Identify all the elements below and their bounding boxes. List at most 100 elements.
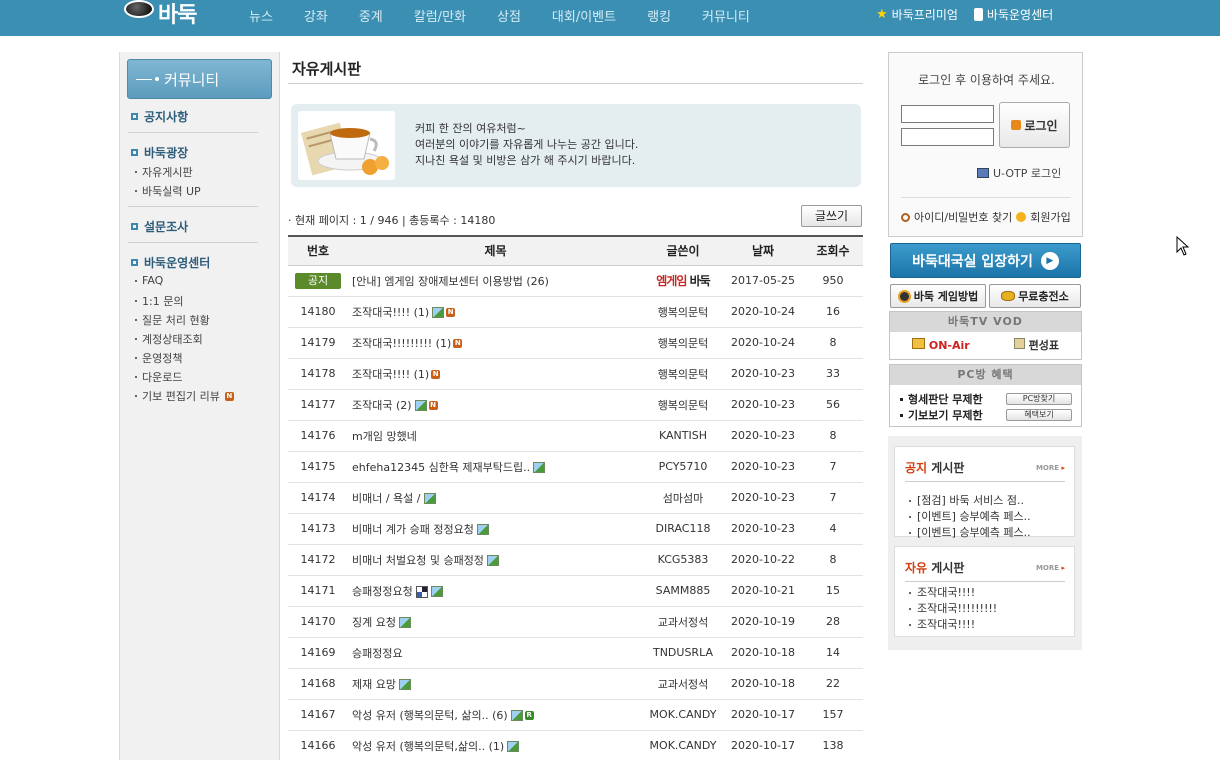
table-row[interactable]: 14168 제재 요망 교과서정석 2020-10-18 22 [288, 668, 863, 700]
mini-board-item[interactable]: 조작대국!!!!!!!!! [909, 600, 997, 616]
table-row[interactable]: 14179 조작대국!!!!!!!!! (1) N 행복의문턱 2020-10-24 8 [288, 327, 863, 359]
post-author[interactable]: 섬마섬마 [643, 482, 723, 514]
post-author[interactable]: 행복의문턱 [643, 327, 723, 359]
mini-board-item[interactable]: 조작대국!!!! [909, 584, 975, 600]
intro-line: 커피 한 잔의 여유처럼~ [415, 122, 526, 135]
nav-item-news[interactable]: 뉴스 [249, 6, 273, 25]
premium-link[interactable]: ★ 바둑프리미엄 [876, 6, 958, 23]
mini-board-item[interactable]: [점검] 바둑 서비스 점.. [909, 492, 1024, 508]
table-row[interactable]: 14167 악성 유저 (행복의문턱, 삶의.. (6) R MOK.CANDY 202… [288, 699, 863, 731]
post-author[interactable]: MOK.CANDY [643, 730, 723, 760]
nav-item-shop[interactable]: 상점 [497, 6, 521, 25]
nav-item-events[interactable]: 대회/이벤트 [552, 6, 616, 25]
table-row[interactable]: 14178 조작대국!!!! (1) N 행복의문턱 2020-10-23 33 [288, 358, 863, 390]
post-author[interactable]: 행복의문턱 [643, 296, 723, 328]
table-row[interactable]: 14170 징계 요청 교과서정석 2020-10-19 28 [288, 606, 863, 638]
user-id-input[interactable] [901, 105, 994, 123]
mini-board-item[interactable]: 조작대국!!!! [909, 616, 975, 632]
nav-item-broadcast[interactable]: 중계 [359, 6, 383, 25]
more-link[interactable]: MORE ▸ [1036, 564, 1065, 572]
table-row[interactable]: 14180 조작대국!!!! (1) N 행복의문턱 2020-10-24 16 [288, 296, 863, 328]
post-title-link[interactable]: m개임 망했네 [352, 430, 417, 443]
sidebar-item-account-status[interactable]: 계정상태조회 [135, 331, 203, 347]
sidebar-item-skill-up[interactable]: 바둑실력 UP [135, 183, 201, 199]
post-author[interactable]: SAMM885 [643, 575, 723, 607]
otp-login-link[interactable]: U-OTP 로그인 [977, 165, 1061, 181]
post-title-link[interactable]: 악성 유저 (행복의문턱,삶의.. (1) [352, 740, 504, 753]
login-button[interactable]: 로그인 [999, 102, 1070, 148]
view-benefits-button[interactable]: 혜택보기 [1006, 409, 1072, 421]
table-row[interactable]: 14177 조작대국 (2) N 행복의문턱 2020-10-23 56 [288, 389, 863, 421]
post-author[interactable]: 행복의문턱 [643, 358, 723, 390]
table-row[interactable]: 14169 승패정정요 TNDUSRLA 2020-10-18 14 [288, 637, 863, 669]
post-title-link[interactable]: 비매너 처벌요청 및 승패정정 [352, 554, 484, 567]
sidebar-section-survey[interactable]: 설문조사 [131, 218, 188, 235]
sidebar-item-faq[interactable]: FAQ [135, 274, 163, 287]
post-views: 7 [803, 451, 863, 483]
image-attachment-icon [398, 617, 411, 628]
post-title-link[interactable]: 조작대국!!!! (1) [352, 306, 429, 319]
notice-row[interactable]: 공지 [안내] 엠게임 장애제보센터 이용방법 (26) 엠게임 바둑 2017… [288, 265, 863, 297]
sidebar-item-editor-review[interactable]: 기보 편집기 리뷰 N [135, 388, 234, 404]
mini-board-title: 공지 게시판 [905, 459, 964, 476]
sidebar-item-free-board[interactable]: 자유게시판 [135, 164, 193, 180]
more-link[interactable]: MORE ▸ [1036, 464, 1065, 472]
post-title-link[interactable]: 비매너 / 욕설 / [352, 492, 421, 505]
post-title-link[interactable]: 징계 요청 [352, 616, 396, 629]
how-to-play-button[interactable]: 바둑 게임방법 [890, 284, 986, 308]
mini-board-item[interactable]: [이벤트] 승부예측 페스.. [909, 508, 1031, 524]
post-title-link[interactable]: [안내] 엠게임 장애제보센터 이용방법 (26) [348, 265, 643, 297]
sidebar-item-inquiry[interactable]: 1:1 문의 [135, 293, 183, 309]
post-author[interactable]: KCG5383 [643, 544, 723, 576]
enter-game-room-button[interactable]: 바둑대국실 입장하기 ▶ [890, 243, 1081, 278]
sidebar-item-policy[interactable]: 운영정책 [135, 350, 182, 366]
site-logo[interactable]: 바둑 [124, 0, 197, 30]
post-author[interactable]: 교과서정석 [643, 606, 723, 638]
write-button[interactable]: 글쓰기 [801, 205, 862, 227]
nav-item-community[interactable]: 커뮤니티 [702, 6, 750, 25]
post-author[interactable]: MOK.CANDY [643, 699, 723, 731]
post-title-link[interactable]: 제재 요망 [352, 678, 396, 691]
post-author[interactable]: 행복의문턱 [643, 389, 723, 421]
find-id-password-link[interactable]: 아이디/비밀번호 찾기 [914, 209, 1012, 225]
table-row[interactable]: 14173 비매너 계가 승패 정정요청 DIRAC118 2020-10-23 4 [288, 513, 863, 545]
find-pc-room-button[interactable]: PC방찾기 [1006, 393, 1072, 405]
sidebar-section-plaza[interactable]: 바둑광장 [131, 144, 188, 161]
sidebar-section-notice[interactable]: 공지사항 [131, 108, 188, 125]
schedule-link[interactable]: 편성표 [1013, 337, 1059, 353]
post-author[interactable]: KANTISH [643, 420, 723, 452]
post-author[interactable]: 교과서정석 [643, 668, 723, 700]
post-title-link[interactable]: 조작대국 (2) [352, 399, 412, 412]
post-author[interactable]: DIRAC118 [643, 513, 723, 545]
join-link[interactable]: 회원가입 [1030, 209, 1070, 225]
post-title-link[interactable]: 조작대국!!!! (1) [352, 368, 429, 381]
post-title-link[interactable]: ehfeha12345 심한욕 제재부탁드립.. [352, 461, 530, 474]
nav-item-column[interactable]: 칼럼/만화 [414, 6, 466, 25]
table-row[interactable]: 14166 악성 유저 (행복의문턱,삶의.. (1) MOK.CANDY 2020-… [288, 730, 863, 760]
table-row[interactable]: 14171 승패정정요청 SAMM885 2020-10-21 15 [288, 575, 863, 607]
post-number: 14178 [288, 358, 348, 390]
post-title-link[interactable]: 승패정정요청 [352, 585, 413, 598]
sidebar-item-download[interactable]: 다운로드 [135, 369, 182, 385]
table-row[interactable]: 14176 m개임 망했네 KANTISH 2020-10-23 8 [288, 420, 863, 452]
nav-item-lessons[interactable]: 강좌 [304, 6, 328, 25]
mini-board-item[interactable]: [이벤트] 승부예측 페스.. [909, 524, 1031, 540]
table-row[interactable]: 14175 ehfeha12345 심한욕 제재부탁드립.. PCY5710 2020… [288, 451, 863, 483]
login-button-label: 로그인 [1024, 118, 1058, 133]
post-title-link[interactable]: 조작대국!!!!!!!!! (1) [352, 337, 451, 350]
post-author[interactable]: TNDUSRLA [643, 637, 723, 669]
post-title-link[interactable]: 승패정정요 [352, 647, 403, 660]
sidebar-item-question-status[interactable]: 질문 처리 현황 [135, 312, 210, 328]
post-title-link[interactable]: 비매너 계가 승패 정정요청 [352, 523, 474, 536]
nav-item-ranking[interactable]: 랭킹 [647, 6, 671, 25]
password-input[interactable] [901, 128, 994, 146]
table-row[interactable]: 14172 비매너 처벌요청 및 승패정정 KCG5383 2020-10-22 8 [288, 544, 863, 576]
sidebar-section-ops-center[interactable]: 바둑운영센터 [131, 254, 210, 271]
free-charge-button[interactable]: 무료충전소 [989, 284, 1081, 308]
mini-board-accent: 공지 [905, 461, 928, 475]
ops-center-link[interactable]: 바둑운영센터 [973, 6, 1053, 23]
post-author[interactable]: PCY5710 [643, 451, 723, 483]
post-title-link[interactable]: 악성 유저 (행복의문턱, 삶의.. (6) [352, 709, 508, 722]
table-row[interactable]: 14174 비매너 / 욕설 / 섬마섬마 2020-10-23 7 [288, 482, 863, 514]
on-air-link[interactable]: ON-Air [912, 338, 970, 352]
